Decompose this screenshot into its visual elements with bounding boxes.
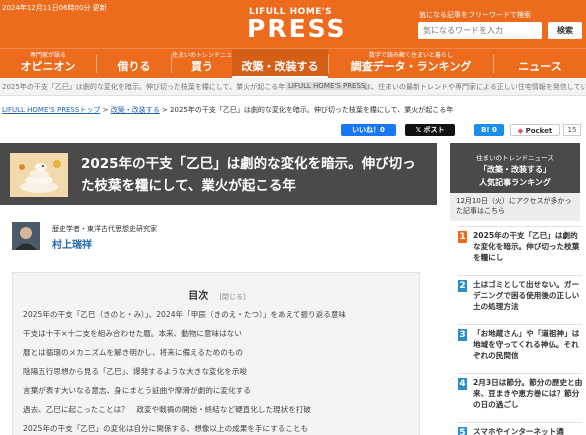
breadcrumb-separator: >: [161, 106, 171, 114]
table-of-contents: 目次 [閉じる] 2025年の干支「乙巳（きのと・み）」、2024年「甲辰（きの…: [12, 272, 420, 435]
article-title: 2025年の干支「乙巳」は劇的な変化を暗示。伸び切っ た枝葉を糧にして、業火が起…: [81, 153, 429, 197]
breadcrumb: LIFULL HOME'S PRESSトップ > 改築・改装する > 2025年…: [2, 105, 453, 115]
article-thumbnail: [10, 153, 68, 197]
search-input[interactable]: [418, 22, 542, 39]
toc-item[interactable]: 陰陽五行思想から見る「乙巳」、爆発するような大きな変化を示唆: [23, 366, 247, 377]
site-header: 2024年12月11日06時00分 更新 LIFULL HOME'S PRESS…: [0, 0, 586, 48]
author-title: 歴史学者・東洋古代思想史研究家: [52, 225, 157, 233]
ranking-header-sub: 住まいのトレンドニュース: [476, 154, 554, 162]
ranking-number: 1: [458, 231, 467, 243]
ranking-header-title: 人気記事ランキング: [479, 178, 551, 187]
site-logo[interactable]: PRESS: [247, 16, 347, 41]
ranking-item[interactable]: 3 「お地蔵さん」や「道祖神」は地域を守ってくれる神仏。それぞれの民間信: [458, 324, 582, 366]
pocket-button[interactable]: ◆ Pocket: [510, 124, 560, 136]
nav-sub-label: 専門家が語る: [29, 52, 66, 59]
ranking-title: 「お地蔵さん」や「道祖神」は地域を守ってくれる神仏。それぞれの民間信: [473, 329, 580, 360]
ranking-number: 3: [458, 329, 467, 341]
search-button[interactable]: 検索: [548, 22, 582, 39]
ticker-highlight: LIFULL HOME'S PRESS: [286, 82, 368, 90]
breadcrumb-category[interactable]: 改築・改装する: [111, 106, 160, 114]
facebook-like-button[interactable]: いいね！0: [341, 124, 396, 136]
pocket-icon: ◆: [517, 127, 526, 135]
article-header: 2025年の干支「乙巳」は劇的な変化を暗示。伸び切っ た枝葉を糧にして、業火が起…: [0, 143, 437, 205]
x-post-label: ポスト: [423, 126, 445, 134]
nav-item-opinion[interactable]: 専門家が語る オピニオン: [0, 49, 96, 79]
ranking-number: 4: [458, 378, 467, 390]
author-photo-icon: [12, 222, 40, 250]
nav-sub-label: 住まいのトレンドニュース: [172, 52, 244, 59]
toc-item[interactable]: 過去、乙巳に起こったことは？ 政変や戦禍の開始・終結など硬直化した現状を打破: [23, 404, 311, 415]
facebook-like-label: いいね！0: [352, 126, 385, 134]
x-icon: 𝕏: [415, 126, 424, 134]
main-nav: 専門家が語る オピニオン 借りる 住まいのトレンドニュース 買う 改築・改装する…: [0, 48, 586, 79]
news-ticker: 2025年の干支「乙巳」は劇的な変化を暗示。伸び切った枝葉を糧にして、業火が起こ…: [0, 78, 586, 96]
ranking-subheader: 12月10日（火）にアクセスが多かった記事はこちら: [450, 193, 580, 221]
page: 2024年12月11日06時00分 更新 LIFULL HOME'S PRESS…: [0, 0, 586, 435]
nav-label: 買う: [191, 60, 213, 73]
toc-close-toggle[interactable]: [閉じる]: [219, 293, 245, 301]
pocket-count: 15: [563, 124, 581, 136]
ranking-item[interactable]: 2 土はゴミとして出せない。ガーデニングで困る使用後の正しい土の処理方法: [458, 275, 582, 317]
toc-header: 目次 [閉じる]: [13, 284, 421, 303]
toc-item[interactable]: 暦とは循環のメカニズムを解き明かし、将来に備えるためのもの: [23, 347, 243, 358]
ranking-item[interactable]: 4 2月3日は節分。節分の歴史と由来、豆まきや恵方巻には？節分の日の過ごし: [458, 373, 582, 415]
ranking-title: 土はゴミとして出せない。ガーデニングで困る使用後の正しい土の処理方法: [473, 280, 580, 311]
ranking-title: スマホやインターネット通: [473, 427, 564, 435]
nav-label: 改築・改装する: [241, 60, 319, 73]
nav-label: ニュース: [518, 60, 562, 73]
nav-label: 調査データ・ランキング: [350, 60, 472, 73]
toc-item[interactable]: 2025年の干支「乙巳（きのと・み）」、2024年「甲辰（きのえ・たつ）」をあえ…: [23, 309, 346, 320]
breadcrumb-current: 2025年の干支「乙巳」は劇的な変化を暗示。伸び切った枝葉を糧にして、業火が起こ…: [170, 106, 454, 114]
nav-label: オピニオン: [20, 60, 76, 73]
snake-figurine-icon: [10, 153, 68, 197]
ticker-text-right[interactable]: は、住まいの最新トレンドや専門家による正しい住宅情報を発信してい: [364, 82, 586, 92]
hatena-bookmark-button[interactable]: B! 0: [474, 124, 504, 136]
author-name[interactable]: 村上瑞祥: [52, 236, 92, 251]
ranking-header: 住まいのトレンドニュース 「改築・改装する」 人気記事ランキング: [450, 143, 580, 193]
ranking-title: 2025年の干支「乙巳」は劇的な変化を暗示。伸び切った枝葉を糧にし: [473, 231, 580, 262]
author-avatar[interactable]: [12, 222, 40, 250]
toc-item[interactable]: 干支は十干×十二支を組み合わせた暦。本来、動物に意味はない: [23, 328, 242, 339]
nav-item-rent[interactable]: 借りる: [97, 49, 171, 79]
nav-item-renovate[interactable]: 改築・改装する: [232, 49, 328, 79]
toc-item[interactable]: 2025年の干支「乙巳」の変化は自分に関係する、想像以上の成果を手にすることも: [23, 423, 308, 434]
breadcrumb-separator: >: [102, 106, 111, 114]
x-post-button[interactable]: 𝕏 ポスト: [405, 124, 455, 136]
article-title-line: 2025年の干支「乙巳」は劇的な変化を暗示。伸び切っ: [81, 156, 416, 172]
search-label: 気になる記事をフリーワードで検索: [419, 11, 531, 19]
nav-item-news[interactable]: ニュース: [494, 49, 586, 79]
toc-item[interactable]: 言葉が表す大いなる意志、身にまとう証曲や摩滑が劇的に変化する: [23, 385, 251, 396]
hatena-label: B! 0: [481, 126, 497, 134]
toc-title: 目次: [188, 291, 209, 302]
ranking-number: 5: [458, 427, 467, 435]
article-title-line: た枝葉を糧にして、業火が起こる年: [81, 178, 296, 194]
breadcrumb-home[interactable]: LIFULL HOME'S PRESSトップ: [2, 106, 100, 114]
ticker-text[interactable]: 2025年の干支「乙巳」は劇的な変化を暗示。伸び切った枝葉を糧にして、業火が起こ…: [2, 82, 285, 92]
nav-item-buy[interactable]: 住まいのトレンドニュース 買う: [172, 49, 244, 79]
ranking-title: 2月3日は節分。節分の歴史と由来、豆まきや恵方巻には？節分の日の過ごし: [473, 378, 583, 409]
ranking-number: 2: [458, 280, 467, 292]
ranking-header-category: 「改築・改装する」: [479, 165, 551, 174]
ranking-item[interactable]: 1 2025年の干支「乙巳」は劇的な変化を暗示。伸び切った枝葉を糧にし: [458, 226, 582, 268]
ranking-item[interactable]: 5 スマホやインターネット通: [458, 422, 582, 435]
nav-label: 借りる: [117, 60, 151, 73]
nav-sub-label: 数字で読み解く住まいと暮らし: [368, 52, 453, 59]
pocket-label: Pocket: [525, 127, 553, 135]
nav-item-research-data[interactable]: 数字で読み解く住まいと暮らし 調査データ・ランキング: [329, 49, 493, 79]
update-timestamp: 2024年12月11日06時00分 更新: [2, 4, 107, 12]
